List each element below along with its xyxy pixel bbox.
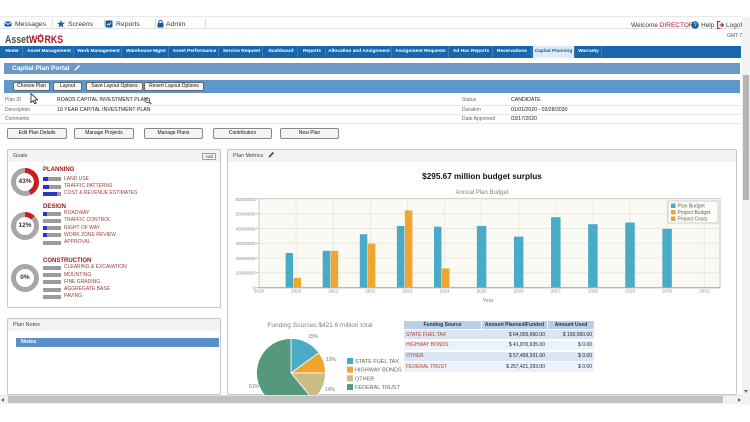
- svg-text:HIGHWAY BONDS: HIGHWAY BONDS: [355, 368, 402, 374]
- svg-text:OTHER: OTHER: [355, 376, 374, 382]
- svg-text:61%: 61%: [249, 384, 260, 390]
- svg-text:14%: 14%: [325, 387, 336, 393]
- svg-text:10%: 10%: [326, 357, 337, 363]
- svg-text:15%: 15%: [308, 334, 319, 340]
- svg-text:STATE FUEL TAX: STATE FUEL TAX: [355, 359, 399, 365]
- svg-text:FEDERAL TRUST: FEDERAL TRUST: [355, 385, 401, 391]
